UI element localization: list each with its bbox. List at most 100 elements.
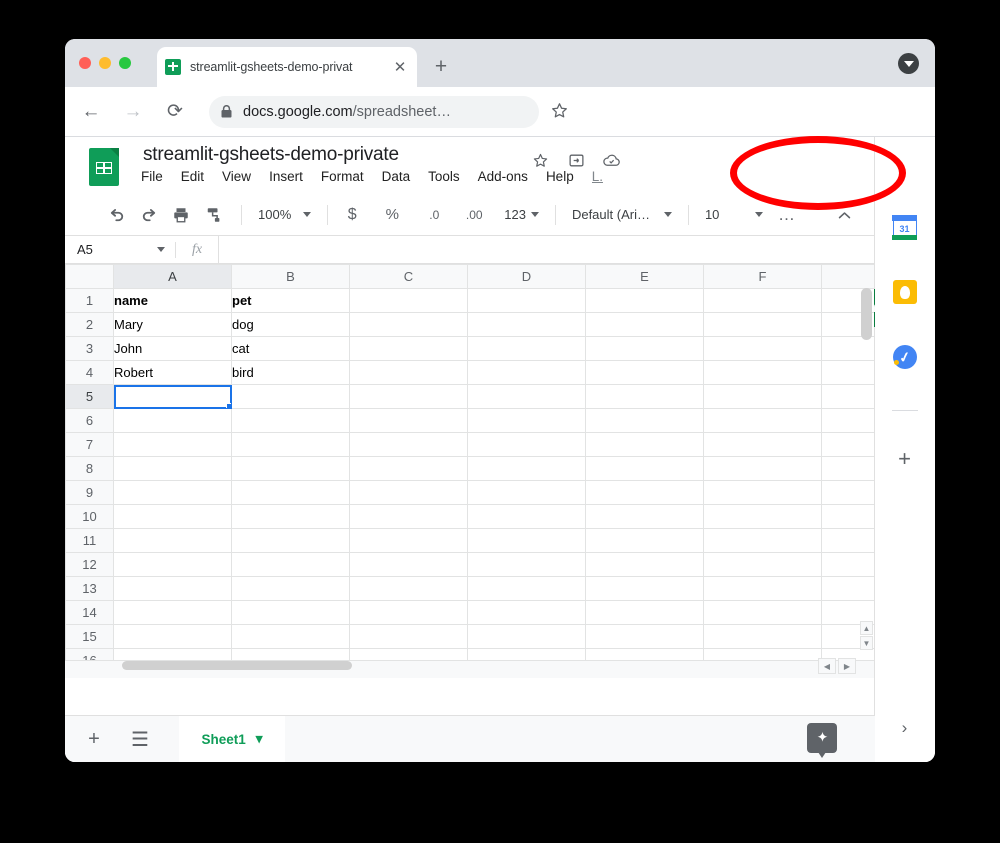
- close-window-button[interactable]: [79, 57, 91, 69]
- grid-cell-C2[interactable]: [349, 312, 468, 337]
- increase-decimal-button[interactable]: .00: [460, 201, 488, 229]
- grid-cell-C14[interactable]: [349, 600, 468, 625]
- grid-cell-F15[interactable]: [703, 624, 822, 649]
- grid-cell-B5[interactable]: [231, 384, 350, 409]
- grid-cell-D4[interactable]: [467, 360, 586, 385]
- percent-format-button[interactable]: %: [378, 201, 406, 229]
- move-to-folder-icon[interactable]: [565, 149, 587, 171]
- grid-cell-F2[interactable]: [703, 312, 822, 337]
- grid-cell-F1[interactable]: [703, 288, 822, 313]
- grid-cell-F5[interactable]: [703, 384, 822, 409]
- menu-item-addons[interactable]: Add-ons: [478, 169, 528, 184]
- grid-cell-A13[interactable]: [113, 576, 232, 601]
- menu-item-edit[interactable]: Edit: [181, 169, 204, 184]
- collapse-toolbar-icon[interactable]: [832, 203, 856, 227]
- row-header-3[interactable]: 3: [65, 336, 114, 361]
- grid-cell-D15[interactable]: [467, 624, 586, 649]
- expand-side-panel-icon[interactable]: ›: [893, 716, 917, 740]
- formula-input[interactable]: [218, 236, 874, 263]
- grid-cell-E5[interactable]: [585, 384, 704, 409]
- grid-cell-E4[interactable]: [585, 360, 704, 385]
- grid-cell-C15[interactable]: [349, 624, 468, 649]
- google-tasks-icon[interactable]: [892, 345, 917, 369]
- grid-cell-E3[interactable]: [585, 336, 704, 361]
- grid-cell-E9[interactable]: [585, 480, 704, 505]
- bookmark-star-icon[interactable]: [550, 101, 569, 125]
- add-sheet-button[interactable]: +: [77, 722, 111, 756]
- grid-cell-A4[interactable]: Robert: [113, 360, 232, 385]
- chevron-down-icon[interactable]: [157, 247, 165, 252]
- row-header-13[interactable]: 13: [65, 576, 114, 601]
- grid-cell-F6[interactable]: [703, 408, 822, 433]
- grid-cell-D14[interactable]: [467, 600, 586, 625]
- sheet-tab-sheet1[interactable]: Sheet1 ▾: [179, 715, 285, 762]
- row-header-7[interactable]: 7: [65, 432, 114, 457]
- grid-cell-F13[interactable]: [703, 576, 822, 601]
- row-header-8[interactable]: 8: [65, 456, 114, 481]
- row-header-5[interactable]: 5: [65, 384, 114, 409]
- forward-button[interactable]: →: [117, 96, 149, 128]
- grid-cell-D11[interactable]: [467, 528, 586, 553]
- column-header-c[interactable]: C: [349, 264, 468, 289]
- grid-cell-E8[interactable]: [585, 456, 704, 481]
- grid-cell-C5[interactable]: [349, 384, 468, 409]
- menu-item-format[interactable]: Format: [321, 169, 364, 184]
- grid-cell-D3[interactable]: [467, 336, 586, 361]
- grid-cell-B10[interactable]: [231, 504, 350, 529]
- row-header-10[interactable]: 10: [65, 504, 114, 529]
- menu-item-view[interactable]: View: [222, 169, 251, 184]
- grid-cell-B7[interactable]: [231, 432, 350, 457]
- more-formats-dropdown[interactable]: 123: [498, 201, 545, 229]
- explore-button[interactable]: [807, 723, 837, 758]
- grid-cell-B4[interactable]: bird: [231, 360, 350, 385]
- back-button[interactable]: ←: [75, 96, 107, 128]
- grid-cell-F14[interactable]: [703, 600, 822, 625]
- grid-cell-A8[interactable]: [113, 456, 232, 481]
- grid-cell-C7[interactable]: [349, 432, 468, 457]
- grid-cell-C10[interactable]: [349, 504, 468, 529]
- grid-cell-A1[interactable]: name: [113, 288, 232, 313]
- star-document-icon[interactable]: [529, 149, 551, 171]
- row-header-4[interactable]: 4: [65, 360, 114, 385]
- menu-item-tools[interactable]: Tools: [428, 169, 460, 184]
- google-keep-icon[interactable]: [892, 280, 917, 304]
- print-button[interactable]: [167, 201, 195, 229]
- grid-cell-D6[interactable]: [467, 408, 586, 433]
- grid-cell-D7[interactable]: [467, 432, 586, 457]
- chevron-down-icon[interactable]: ▾: [256, 731, 263, 747]
- google-calendar-icon[interactable]: 31: [892, 214, 917, 240]
- grid-cell-A15[interactable]: [113, 624, 232, 649]
- grid-cell-E15[interactable]: [585, 624, 704, 649]
- google-sheets-logo-icon[interactable]: [89, 148, 119, 186]
- column-header-e[interactable]: E: [585, 264, 704, 289]
- grid-cell-E13[interactable]: [585, 576, 704, 601]
- grid-cell-B1[interactable]: pet: [231, 288, 350, 313]
- menu-item-help[interactable]: Help: [546, 169, 574, 184]
- grid-cell-F9[interactable]: [703, 480, 822, 505]
- scroll-left-button[interactable]: ◀: [818, 658, 836, 674]
- maximize-window-button[interactable]: [119, 57, 131, 69]
- row-header-1[interactable]: 1: [65, 288, 114, 313]
- menu-item-file[interactable]: File: [141, 169, 163, 184]
- select-all-corner[interactable]: [65, 264, 114, 289]
- grid-cell-E6[interactable]: [585, 408, 704, 433]
- tab-list-dropdown-icon[interactable]: [898, 53, 919, 74]
- grid-cell-C9[interactable]: [349, 480, 468, 505]
- grid-cell-C8[interactable]: [349, 456, 468, 481]
- grid-cell-B2[interactable]: dog: [231, 312, 350, 337]
- grid-cell-E2[interactable]: [585, 312, 704, 337]
- grid-cell-A11[interactable]: [113, 528, 232, 553]
- grid-cell-A14[interactable]: [113, 600, 232, 625]
- row-header-12[interactable]: 12: [65, 552, 114, 577]
- grid-cell-E10[interactable]: [585, 504, 704, 529]
- zoom-dropdown[interactable]: 100%: [252, 201, 317, 229]
- grid-cell-D12[interactable]: [467, 552, 586, 577]
- more-toolbar-options-button[interactable]: …: [773, 201, 801, 229]
- column-header-b[interactable]: B: [231, 264, 350, 289]
- row-header-15[interactable]: 15: [65, 624, 114, 649]
- grid-cell-A7[interactable]: [113, 432, 232, 457]
- grid-cell-B13[interactable]: [231, 576, 350, 601]
- browser-tab[interactable]: streamlit-gsheets-demo-privat ✕: [157, 47, 417, 87]
- paint-format-button[interactable]: [199, 201, 227, 229]
- last-edit-note[interactable]: L.: [592, 169, 608, 184]
